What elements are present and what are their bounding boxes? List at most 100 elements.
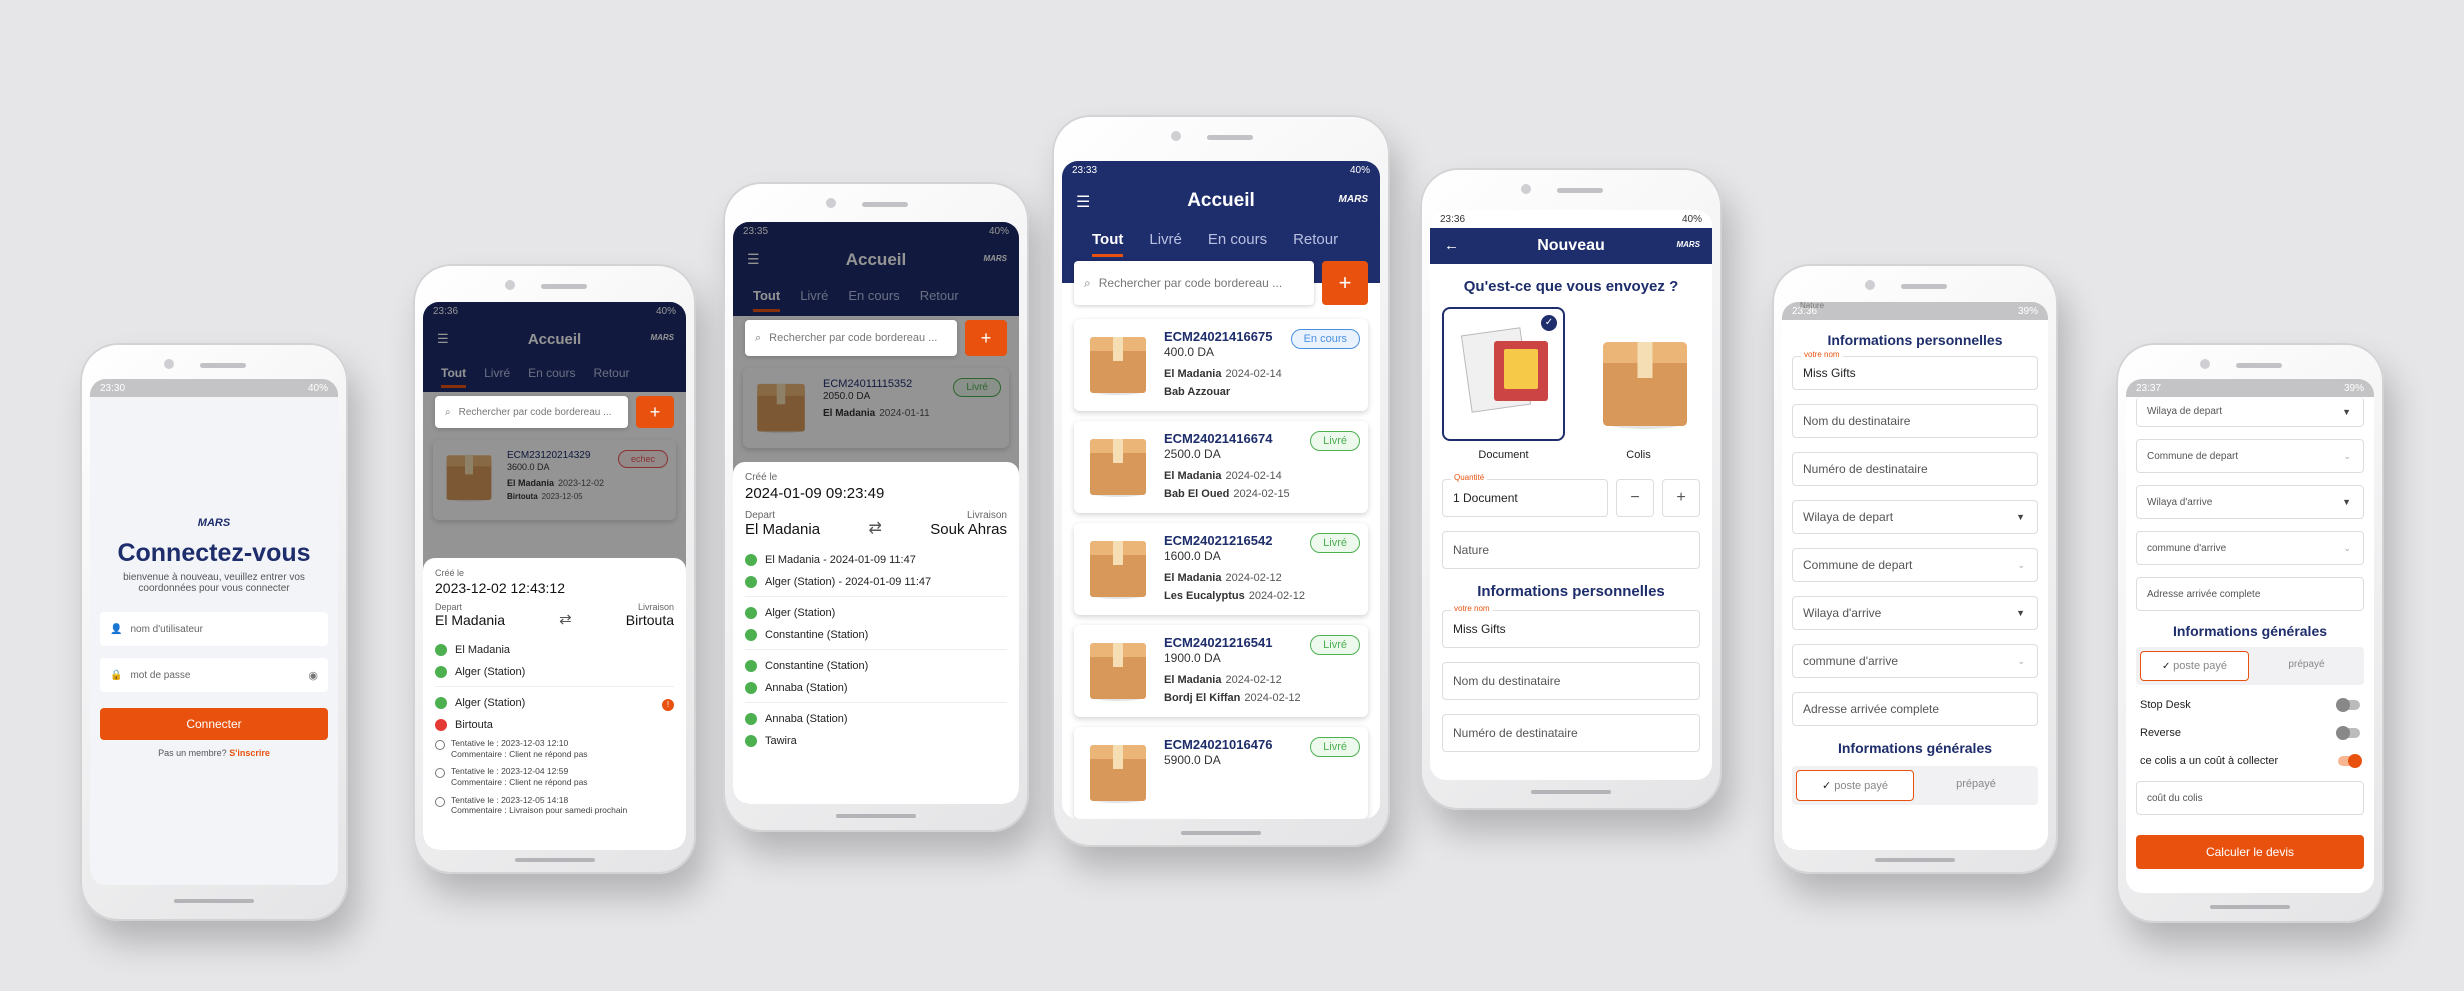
step: Alger (Station) [435,666,674,678]
route-row: Depart El Madania ⇄ Livraison Birtouta [435,602,674,628]
dropdown-icon: ⌄ [2017,655,2025,666]
search-input[interactable]: ⌕ Rechercher par code bordereau ... [1074,261,1314,305]
back-arrow-icon[interactable]: ← [1444,237,1459,254]
dest-number-field[interactable]: Numéro de destinataire [1442,714,1700,752]
cost-field[interactable]: coût du colis [2136,781,2364,815]
name-field[interactable]: votre nom Miss Gifts [1792,350,2038,390]
parcel-to: Bordj El Kiffan 2024-02-12 [1164,692,1301,704]
signup-link[interactable]: S'inscrire [229,748,270,758]
option-document-label: Document [1478,449,1529,461]
commune-arrive-select[interactable]: commune d'arrive ⌄ [2136,531,2364,565]
phone-form-2: 23:37 39% Wilaya de depart ▼ Commune de de… [2116,343,2384,923]
search-row: ⌕ Rechercher par code bordereau ... + [423,392,686,428]
status-battery: 40% [1681,213,1702,225]
minus-button[interactable]: − [1616,479,1654,517]
option-document[interactable]: ✓ Document [1442,307,1565,461]
home-indicator [836,814,916,818]
info-title: Informations personnelles [1827,332,2003,348]
tab-retour[interactable]: Retour [1293,231,1338,263]
swap-icon: ⇄ [559,611,572,628]
status-badge: Livré [1310,737,1360,757]
depart-city: El Madania [435,612,506,628]
created-label: Créé le [745,472,778,483]
stop-desk-toggle[interactable] [2336,698,2360,712]
reverse-toggle[interactable] [2336,726,2360,740]
status-battery: 40% [1349,164,1370,176]
calculate-quote-button[interactable]: Calculer le devis [2136,835,2364,869]
wilaya-arrive-select[interactable]: Wilaya d'arrive ▼ [2136,485,2364,519]
payment-segment: ✓ poste payé prépayé [1792,766,2038,805]
add-button[interactable]: + [965,320,1007,356]
commune-arrive-select[interactable]: commune d'arrive ⌄ [1792,644,2038,678]
address-field[interactable]: Adresse arrivée complete [2136,577,2364,611]
step: Tawira [745,735,1007,747]
wilaya-depart-select[interactable]: Wilaya de depart ▼ [2136,397,2364,427]
parcel-box-icon [1086,329,1150,397]
created-date: 2024-01-09 09:23:49 [745,485,885,502]
wilaya-depart-select[interactable]: Wilaya de depart ▼ [1792,500,2038,534]
parcel-card[interactable]: ECM24021416675 400.0 DA El Madania 2024-0… [1074,319,1368,411]
parcel-card[interactable]: ECM24021016476 5900.0 DA Livré [1074,727,1368,819]
general-title: Informations générales [1837,740,1993,756]
parcel-box-icon [1086,635,1150,703]
mars-logo: MARS [1338,194,1368,205]
dest-name-field[interactable]: Nom du destinataire [1792,404,2038,438]
cost-toggle[interactable] [2338,754,2362,768]
parcel-from: El Madania 2024-02-12 [1164,674,1282,686]
address-field[interactable]: Adresse arrivée complete [1792,692,2038,726]
poste-paye-option[interactable]: ✓ poste payé [2140,651,2249,681]
menu-icon[interactable]: ☰ [1076,192,1090,212]
speaker [2236,363,2282,368]
speaker [1901,284,1947,289]
detail-screen: 23:36 40% ☰ Accueil MARS Tout Livré En cours R… [423,302,686,850]
search-row: ⌕ Rechercher par code bordereau ... + [1062,261,1380,305]
tab-bar: Tout Livré En cours Retour [1062,223,1380,263]
plus-button[interactable]: + [1662,479,1700,517]
tab-en-cours[interactable]: En cours [1208,231,1267,263]
add-button[interactable]: + [636,396,674,428]
eye-icon[interactable]: ◉ [308,669,318,682]
status-badge: Livré [1310,635,1360,655]
camera [826,198,836,208]
add-button[interactable]: + [1322,261,1368,305]
tab-livre[interactable]: Livré [1149,231,1182,263]
nature-field[interactable]: Nature [1442,531,1700,569]
camera [164,359,174,369]
prepaye-option[interactable]: prépayé [1918,770,2034,801]
prepaye-option[interactable]: prépayé [2253,651,2360,681]
step: Alger (Station) [745,607,1007,619]
clock-icon [435,796,445,807]
phone-login: 23:30 40% MARS Connectez-vous bienvenue à… [80,343,348,921]
search-input[interactable]: ⌕ Rechercher par code bordereau ... [435,396,628,428]
status-bar: 23:33 40% [1062,161,1380,179]
option-colis[interactable]: Colis [1577,307,1700,461]
commune-depart-select[interactable]: Commune de depart ⌄ [2136,439,2364,473]
dest-name-field[interactable]: Nom du destinataire [1442,662,1700,700]
signup-row: Pas un membre? S'inscrire [90,748,338,758]
quantity-field[interactable]: Quantité 1 Document [1442,473,1608,517]
parcel-card[interactable]: ECM24021216541 1900.0 DA El Madania 2024-… [1074,625,1368,717]
home-indicator [1181,831,1261,835]
step: Annaba (Station) [745,682,1007,694]
step: Alger (Station)! [435,697,674,711]
name-field[interactable]: votre nom Miss Gifts [1442,604,1700,648]
dest-number-field[interactable]: Numéro de destinataire [1792,452,2038,486]
depart-city: El Madania [745,521,821,538]
not-member-text: Pas un membre? [158,748,227,758]
parcel-card[interactable]: ECM24021416674 2500.0 DA El Madania 2024-… [1074,421,1368,513]
poste-paye-option[interactable]: ✓ poste payé [1796,770,1914,801]
phone-nouveau: 23:36 40% ← Nouveau MARS Qu'est-ce que vous… [1420,168,1722,810]
speaker [862,202,908,207]
home-indicator [1875,858,1955,862]
wilaya-arrive-select[interactable]: Wilaya d'arrive ▼ [1792,596,2038,630]
username-input[interactable]: 👤 nom d'utilisateur [100,612,328,646]
search-input[interactable]: ⌕ Rechercher par code bordereau ... [745,320,957,356]
form-screen: 23:37 39% Wilaya de depart ▼ Commune de de… [2126,379,2374,893]
parcel-card[interactable]: ECM24021216542 1600.0 DA El Madania 2024-… [1074,523,1368,615]
password-input[interactable]: 🔒 mot de passe ◉ [100,658,328,692]
question-title: Qu'est-ce que vous envoyez ? [1463,278,1679,295]
commune-depart-select[interactable]: Commune de depart ⌄ [1792,548,2038,582]
dropdown-icon: ⌄ [2343,542,2351,553]
connect-button[interactable]: Connecter [100,708,328,740]
tab-tout[interactable]: Tout [1092,231,1124,257]
